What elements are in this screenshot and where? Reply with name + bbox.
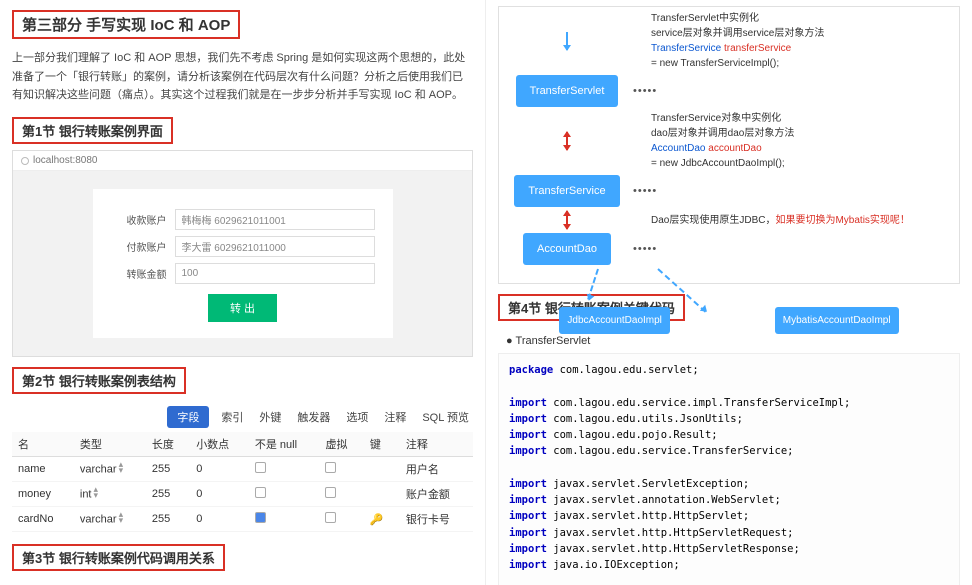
col-comment: 注释 xyxy=(400,432,473,457)
tab-sqlpreview[interactable]: SQL 预览 xyxy=(418,406,473,428)
sort-icon: ▴▾ xyxy=(119,512,124,523)
col-len: 长度 xyxy=(146,432,190,457)
checkbox-icon[interactable] xyxy=(325,462,336,473)
box-servlet: TransferServlet xyxy=(516,75,619,107)
table-row[interactable]: name varchar▴▾ 255 0 用户名 xyxy=(12,457,473,482)
checkbox-checked-icon[interactable] xyxy=(255,512,266,523)
input-to[interactable] xyxy=(175,236,375,257)
cell-dec: 0 xyxy=(190,482,249,507)
dots-icon: ••••• xyxy=(633,243,657,255)
cell-notnull xyxy=(249,507,320,532)
cell-name: cardNo xyxy=(12,507,74,532)
cell-virtual xyxy=(319,482,363,507)
browser-toolbar: localhost:8080 xyxy=(13,151,472,171)
label-to: 付款账户 xyxy=(111,239,167,254)
cell-name: name xyxy=(12,457,74,482)
cell-dec: 0 xyxy=(190,507,249,532)
dots-icon: ••••• xyxy=(633,185,657,197)
table-row[interactable]: cardNo varchar▴▾ 255 0 🔑 银行卡号 xyxy=(12,507,473,532)
cell-dec: 0 xyxy=(190,457,249,482)
input-from[interactable] xyxy=(175,209,375,230)
col-dec: 小数点 xyxy=(190,432,249,457)
cell-key: 🔑 xyxy=(364,507,400,532)
box-service: TransferService xyxy=(514,175,619,207)
db-schema-table: 名 类型 长度 小数点 不是 null 虚拟 键 注释 name varchar… xyxy=(12,432,473,532)
sort-icon: ▴▾ xyxy=(94,487,99,498)
tab-comment[interactable]: 注释 xyxy=(380,406,410,428)
cell-type: varchar▴▾ xyxy=(74,507,146,532)
col-notnull: 不是 null xyxy=(249,432,320,457)
transfer-button[interactable]: 转 出 xyxy=(208,294,277,322)
bullet-transferservlet: TransferServlet xyxy=(506,335,960,347)
cell-len: 255 xyxy=(146,507,190,532)
cell-notnull xyxy=(249,457,320,482)
heading-part3: 第三部分 手写实现 IoC 和 AOP xyxy=(12,10,240,39)
table-row[interactable]: money int▴▾ 255 0 账户金额 xyxy=(12,482,473,507)
browser-mock: localhost:8080 收款账户 付款账户 转账金额 xyxy=(12,150,473,357)
cell-type: varchar▴▾ xyxy=(74,457,146,482)
cell-type: int▴▾ xyxy=(74,482,146,507)
col-key: 键 xyxy=(364,432,400,457)
label-from: 收款账户 xyxy=(111,212,167,227)
checkbox-icon[interactable] xyxy=(255,462,266,473)
intro-paragraph: 上一部分我们理解了 IoC 和 AOP 思想，我们先不考虑 Spring 是如何… xyxy=(12,49,473,105)
tab-options[interactable]: 选项 xyxy=(342,406,372,428)
col-type: 类型 xyxy=(74,432,146,457)
label-amount: 转账金额 xyxy=(111,266,167,281)
tab-fields[interactable]: 字段 xyxy=(167,406,209,428)
checkbox-icon[interactable] xyxy=(255,487,266,498)
code-block: package com.lagou.edu.servlet; import co… xyxy=(498,353,960,585)
diagram-text: TransferService对象中实例化 dao层对象并调用dao层对象方法 … xyxy=(651,111,794,171)
col-name: 名 xyxy=(12,432,74,457)
call-diagram: TransferServlet中实例化 service层对象并调用service… xyxy=(498,6,960,284)
checkbox-icon[interactable] xyxy=(325,512,336,523)
db-tabs: 字段 索引 外键 触发器 选项 注释 SQL 预览 xyxy=(12,406,473,428)
dots-icon: ••••• xyxy=(633,85,657,97)
tab-trigger[interactable]: 触发器 xyxy=(293,406,334,428)
tab-fk[interactable]: 外键 xyxy=(255,406,285,428)
cell-virtual xyxy=(319,507,363,532)
cell-comment: 银行卡号 xyxy=(400,507,473,532)
cell-notnull xyxy=(249,482,320,507)
box-dao: AccountDao xyxy=(523,233,611,265)
checkbox-icon[interactable] xyxy=(325,487,336,498)
tab-index[interactable]: 索引 xyxy=(217,406,247,428)
box-mybatis-impl: MybatisAccountDaoImpl xyxy=(775,307,899,334)
input-amount[interactable] xyxy=(175,263,375,284)
cell-key xyxy=(364,482,400,507)
dashed-arrows xyxy=(507,269,951,305)
heading-sec2: 第2节 银行转账案例表结构 xyxy=(12,367,186,394)
heading-sec1: 第1节 银行转账案例界面 xyxy=(12,117,173,144)
cell-key xyxy=(364,457,400,482)
sort-icon: ▴▾ xyxy=(119,462,124,473)
box-jdbc-impl: JdbcAccountDaoImpl xyxy=(559,307,670,334)
diagram-text: Dao层实现使用原生JDBC，如果要切换为Mybatis实现呢！ xyxy=(651,213,910,228)
diagram-text: TransferServlet中实例化 service层对象并调用service… xyxy=(651,11,824,71)
cell-comment: 用户名 xyxy=(400,457,473,482)
cell-len: 255 xyxy=(146,482,190,507)
cell-name: money xyxy=(12,482,74,507)
cell-len: 255 xyxy=(146,457,190,482)
cell-comment: 账户金额 xyxy=(400,482,473,507)
col-virtual: 虚拟 xyxy=(319,432,363,457)
transfer-form: 收款账户 付款账户 转账金额 转 出 xyxy=(93,189,393,338)
reload-icon xyxy=(21,157,29,165)
heading-sec3: 第3节 银行转账案例代码调用关系 xyxy=(12,544,225,571)
browser-url: localhost:8080 xyxy=(33,155,98,166)
key-icon: 🔑 xyxy=(370,514,384,526)
cell-virtual xyxy=(319,457,363,482)
